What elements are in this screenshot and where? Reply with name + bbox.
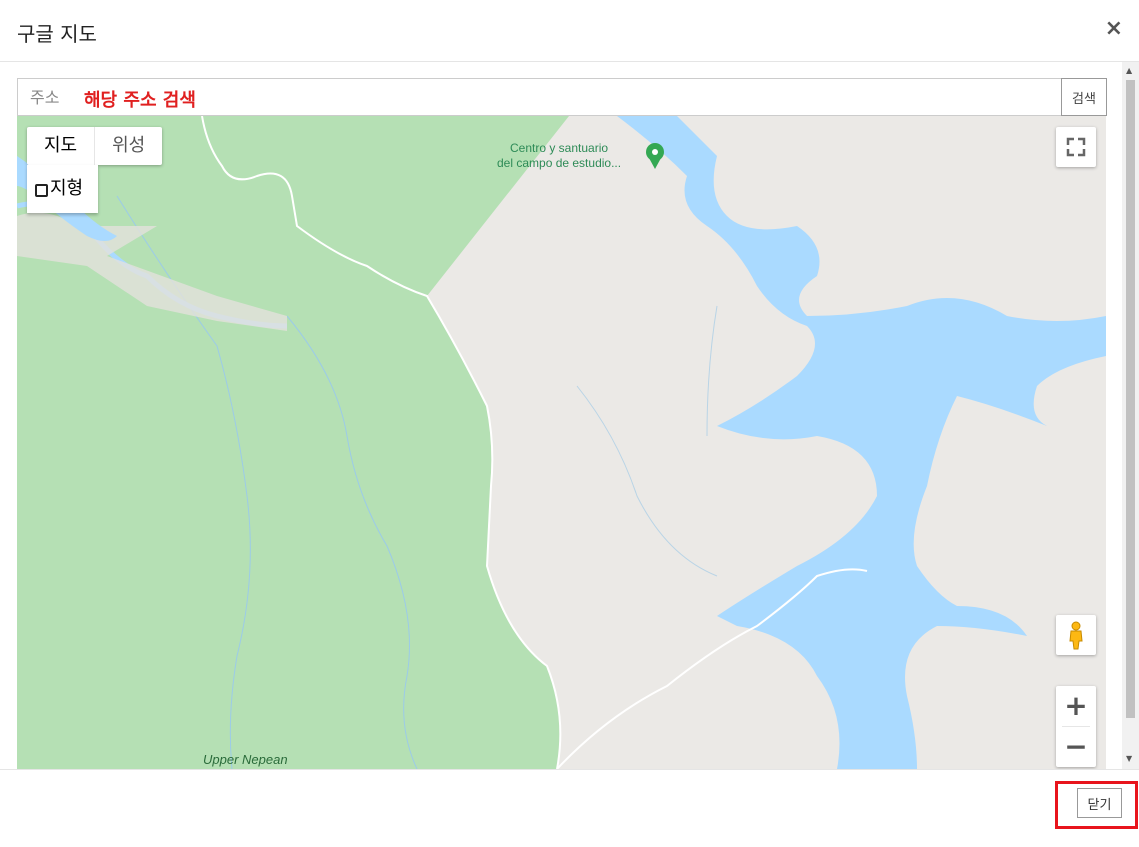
address-search-bar: 해당 주소 검색 검색 [17, 78, 1107, 116]
poi-label-line2: del campo de estudio... [497, 156, 622, 170]
modal-title: 구글 지도 [17, 22, 97, 46]
close-button[interactable]: 닫기 [1077, 788, 1122, 818]
pegman-icon [1069, 621, 1083, 650]
map-type-control: 지도 위성 [27, 127, 163, 165]
search-button[interactable]: 검색 [1061, 78, 1107, 116]
zoom-out-button[interactable]: − [1056, 727, 1096, 767]
fullscreen-icon [1066, 137, 1086, 157]
terrain-toggle[interactable]: 지형 [27, 165, 98, 213]
poi-label-line1: Centro y santuario [510, 141, 609, 155]
google-map-modal: 구글 지도 × 해당 주소 검색 검색 [0, 0, 1139, 847]
vertical-scrollbar[interactable]: ▲ ▼ [1122, 62, 1139, 769]
terrain-label: 지형 [50, 178, 84, 199]
map-canvas[interactable]: Centro y santuario del campo de estudio.… [17, 116, 1106, 769]
map-tiles [17, 116, 1106, 769]
poi-label[interactable]: Centro y santuario del campo de estudio.… [497, 141, 621, 171]
terrain-checkbox[interactable] [35, 184, 48, 197]
close-icon[interactable]: × [1105, 18, 1123, 40]
map-type-map[interactable]: 지도 [27, 127, 94, 165]
fullscreen-button[interactable] [1056, 127, 1096, 167]
modal-body: 해당 주소 검색 검색 [0, 62, 1139, 769]
place-label: Upper Nepean [203, 752, 288, 767]
modal-header: 구글 지도 × [0, 0, 1139, 62]
scrollbar-thumb[interactable] [1126, 80, 1135, 718]
map-type-satellite[interactable]: 위성 [94, 127, 162, 165]
street-view-button[interactable] [1056, 615, 1096, 655]
scroll-up-icon[interactable]: ▲ [1126, 66, 1132, 75]
zoom-control: + − [1056, 686, 1096, 767]
address-input[interactable] [18, 79, 1060, 115]
scroll-down-icon[interactable]: ▼ [1126, 754, 1132, 763]
zoom-in-button[interactable]: + [1056, 686, 1096, 726]
modal-footer: 닫기 [0, 769, 1139, 847]
